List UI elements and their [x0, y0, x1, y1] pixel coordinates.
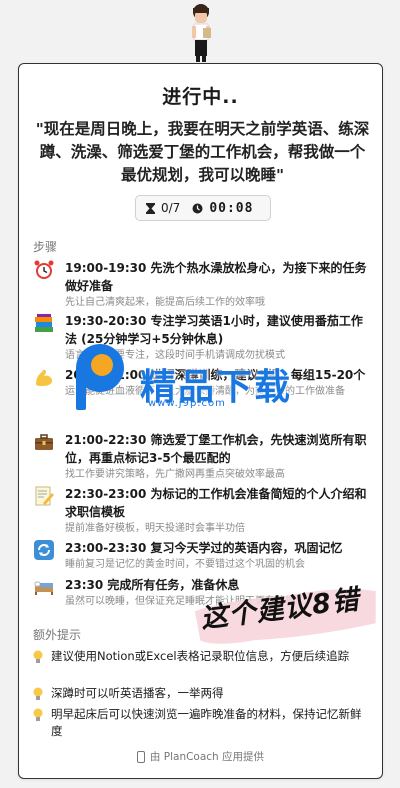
- status-title: 进行中..: [162, 86, 239, 108]
- steps-label: 步骤: [33, 240, 58, 254]
- hourglass-icon: [146, 202, 155, 214]
- repeat-icon: [34, 540, 54, 560]
- step-note: 睡前复习是记忆的黄金时间，不要错过这个巩固的机会: [65, 559, 305, 570]
- step-text: 23:00-23:30 复习今天学过的英语内容，巩固记忆: [65, 541, 343, 555]
- progress-count: 0/7: [161, 201, 181, 215]
- flexed-biceps-icon: [36, 369, 53, 386]
- watermark-logo-icon: [76, 344, 124, 410]
- light-bulb-icon: [33, 708, 43, 721]
- alarm-clock-icon: [34, 260, 54, 279]
- briefcase-icon: [35, 434, 53, 450]
- watermark-url: www.j9p.com: [148, 398, 226, 409]
- step-item: 22:30-23:00 为标记的工作机会准备简短的个人介绍和求职信模板 提前准备…: [33, 485, 372, 536]
- tip-text: 深蹲时可以听英语播客，一举两得: [51, 686, 224, 700]
- step-text: 21:00-22:30 筛选爱丁堡工作机会，先快速浏览所有职位，再重点标记3-5…: [65, 433, 367, 465]
- avatar: [192, 4, 211, 62]
- step-item: 19:00-19:30 先洗个热水澡放松身心，为接下来的任务做好准备 先让自己清…: [33, 259, 372, 310]
- step-text: 19:00-19:30 先洗个热水澡放松身心，为接下来的任务做好准备: [65, 261, 367, 293]
- tip-text: 建议使用Notion或Excel表格记录职位信息，方便后续追踪: [51, 649, 350, 663]
- light-bulb-icon: [33, 687, 43, 700]
- step-note: 提前准备好模板，明天投递时会事半功倍: [65, 523, 245, 534]
- footer: 由 PlanCoach 应用提供: [19, 749, 382, 764]
- elapsed-timer: 00:08: [209, 200, 254, 216]
- books-icon: [35, 314, 53, 332]
- clock-icon: [192, 203, 203, 213]
- plan-card: 进行中.. "现在是周日晚上，我要在明天之前学英语、练深蹲、洗澡、筛选爱丁堡的工…: [18, 63, 383, 779]
- bed-icon: [34, 581, 53, 595]
- step-item: 21:00-22:30 筛选爱丁堡工作机会，先快速浏览所有职位，再重点标记3-5…: [33, 431, 372, 482]
- light-bulb-icon: [33, 650, 43, 663]
- memo-icon: [35, 486, 54, 506]
- phone-icon: [136, 750, 145, 763]
- step-note: 先让自己清爽起来，能提高后续工作的效率哦: [65, 297, 265, 308]
- user-request-quote: "现在是周日晚上，我要在明天之前学英语、练深蹲、洗澡、筛选爱丁堡的工作机会，帮我…: [35, 120, 370, 184]
- tip-item: 深蹲时可以听英语播客，一举两得: [33, 685, 372, 702]
- step-item: 23:00-23:30 复习今天学过的英语内容，巩固记忆 睡前复习是记忆的黄金时…: [33, 539, 372, 572]
- tips-label: 额外提示: [33, 628, 82, 642]
- step-text: 22:30-23:00 为标记的工作机会准备简短的个人介绍和求职信模板: [65, 487, 367, 519]
- tip-text: 明早起床后可以快速浏览一遍昨晚准备的材料，保持记忆新鲜度: [51, 707, 362, 738]
- step-note: 找工作要讲究策略，先广撒网再重点突破效率最高: [65, 469, 285, 480]
- footer-text: 由 PlanCoach 应用提供: [149, 751, 265, 763]
- progress-timer-box: 0/7 00:08: [135, 195, 271, 221]
- tip-item: 明早起床后可以快速浏览一遍昨晚准备的材料，保持记忆新鲜度: [33, 706, 372, 740]
